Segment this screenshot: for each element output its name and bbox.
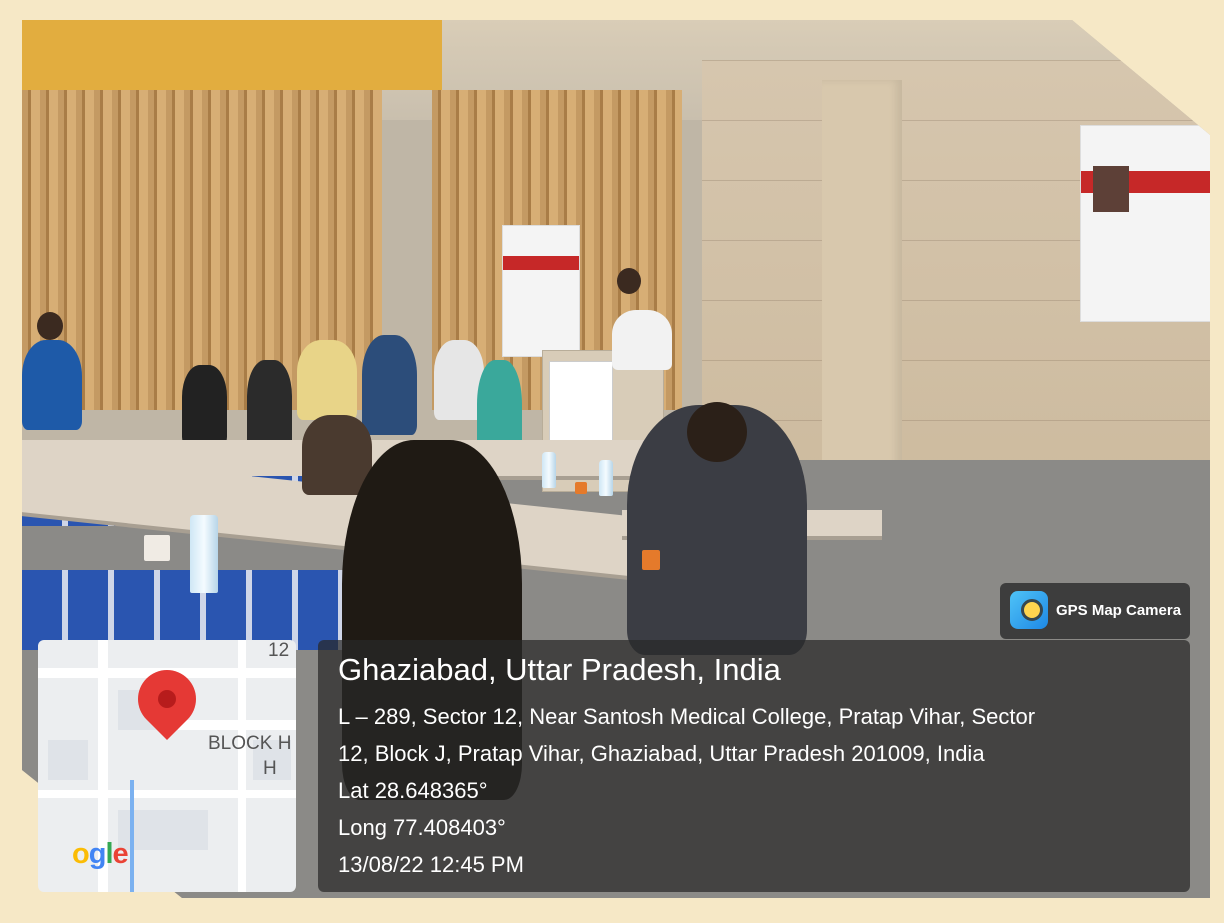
- map-street-number: 12: [268, 640, 290, 661]
- location-title: Ghaziabad, Uttar Pradesh, India: [338, 652, 781, 687]
- wall-banner: [1080, 125, 1210, 322]
- timestamp: 13/08/22 12:45 PM: [338, 852, 524, 877]
- latitude: Lat 28.648365°: [338, 778, 488, 803]
- student: [297, 340, 357, 420]
- longitude: Long 77.408403°: [338, 815, 506, 840]
- badge-app-name: GPS Map Camera: [1056, 602, 1182, 619]
- ceiling-beam: [22, 20, 442, 90]
- google-logo: ogle: [72, 838, 129, 870]
- standee-poster: [502, 225, 580, 357]
- speaker: [612, 310, 672, 370]
- address-line-2: 12, Block J, Pratap Vihar, Ghaziabad, Ut…: [338, 741, 985, 766]
- student: [247, 360, 292, 450]
- student: [182, 365, 227, 445]
- wall-column: [822, 80, 902, 480]
- student: [362, 335, 417, 435]
- gps-camera-icon: [1010, 591, 1048, 629]
- map-block-label: BLOCK H: [208, 733, 292, 754]
- address-line-1: L – 289, Sector 12, Near Santosh Medical…: [338, 704, 1036, 729]
- student: [22, 340, 82, 430]
- map-block-label-2: H: [263, 758, 277, 779]
